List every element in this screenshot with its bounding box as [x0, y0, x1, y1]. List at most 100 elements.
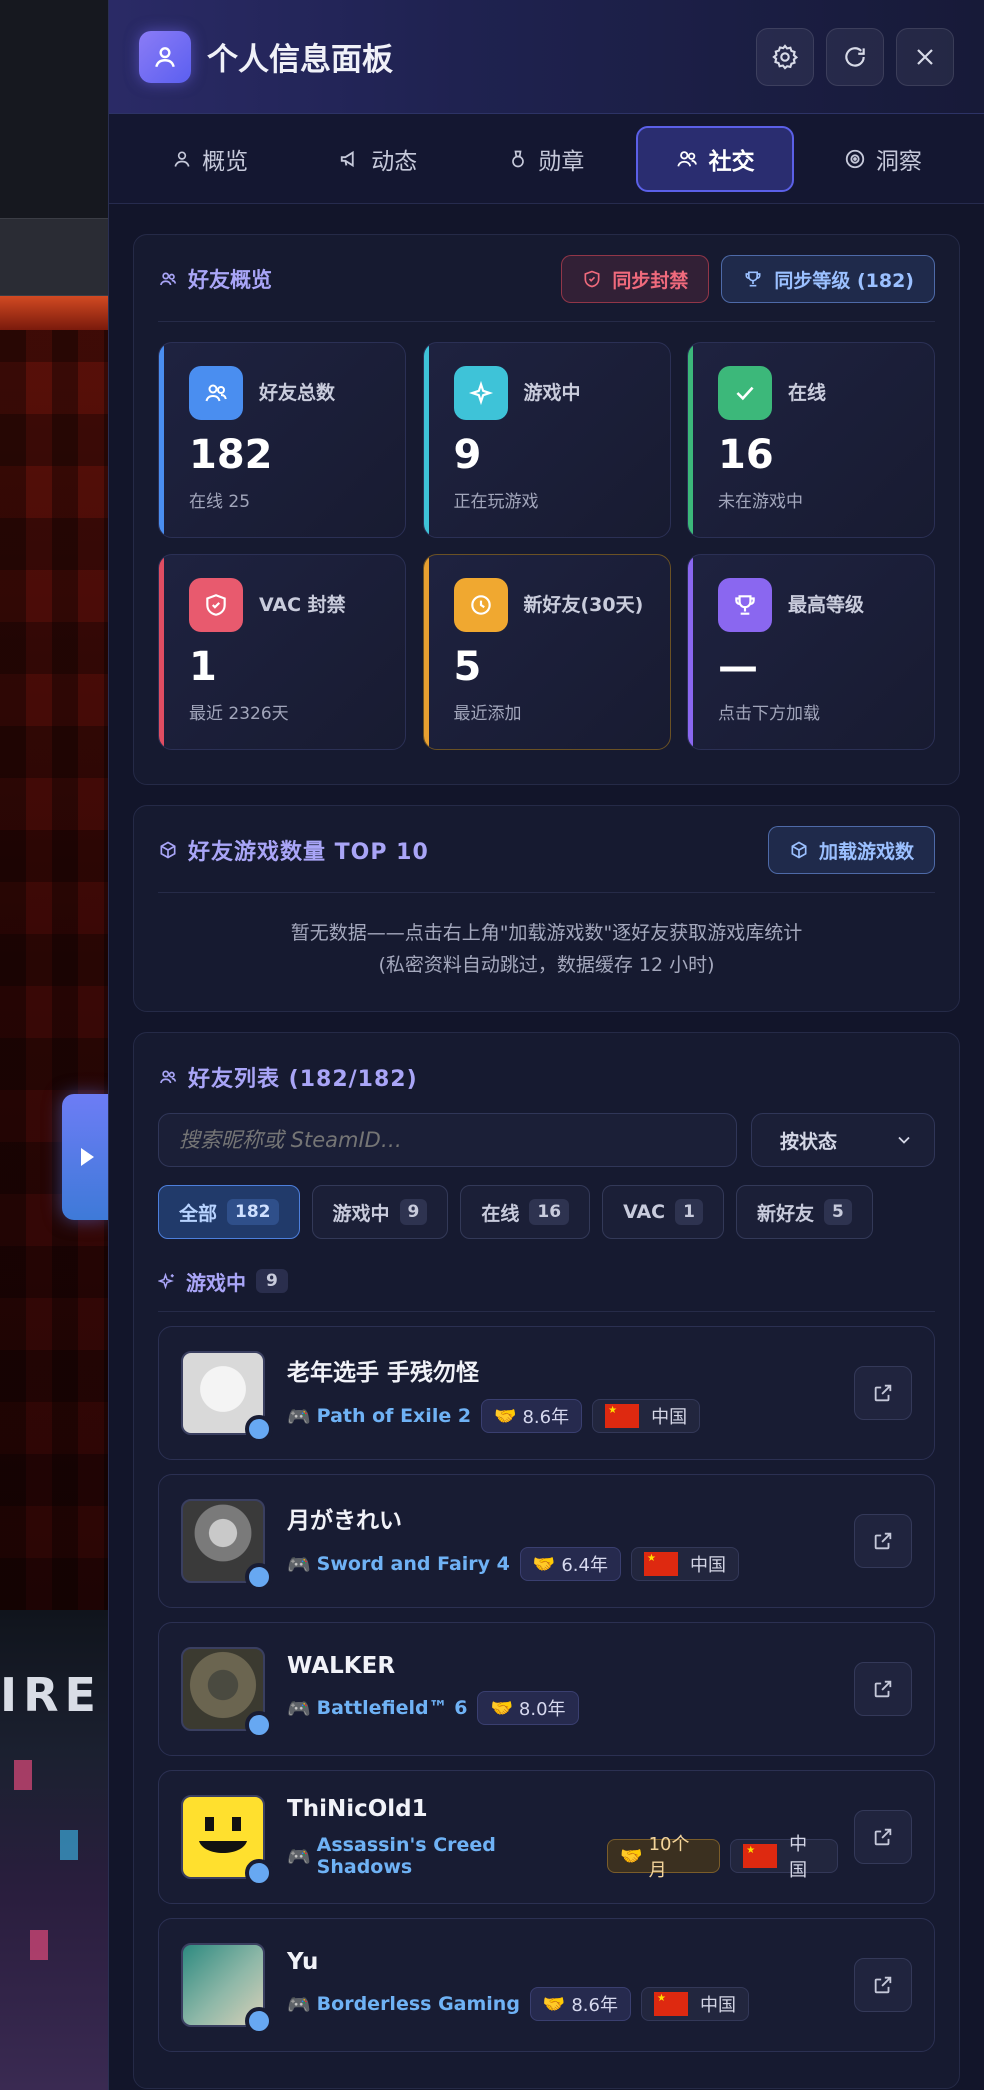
- country-badge: 中国: [630, 1547, 739, 1581]
- friend-game-link[interactable]: 🎮 Borderless Gaming: [287, 1993, 520, 2016]
- open-profile-button[interactable]: [854, 1958, 912, 2012]
- friend-row[interactable]: ThiNicOld1 🎮 Assassin's Creed Shadows 🤝 10…: [158, 1770, 935, 1904]
- filter-in-game[interactable]: 游戏中 9: [311, 1185, 449, 1239]
- play-icon: [80, 1148, 94, 1166]
- sidebar-expand-toggle[interactable]: [62, 1094, 108, 1220]
- filter-new-friends[interactable]: 新好友 5: [735, 1185, 873, 1239]
- top-games-card: 好友游戏数量 TOP 10 加载游戏数 暂无数据——点击右上角"加载游戏数"逐好…: [133, 805, 960, 1012]
- tab-overview[interactable]: 概览: [131, 126, 289, 192]
- avatar: [181, 1351, 273, 1443]
- background-sign-text: IRE: [0, 1668, 102, 1722]
- country-badge: 中国: [730, 1834, 839, 1881]
- target-icon: [845, 149, 865, 168]
- open-profile-button[interactable]: [854, 1514, 912, 1568]
- friendship-duration-badge: 🤝 6.4年: [519, 1547, 621, 1581]
- tab-insights[interactable]: 洞察: [804, 126, 962, 192]
- friend-row[interactable]: Yu 🎮Borderless Gaming 🤝8.6年 中国: [158, 1918, 935, 2052]
- shield-icon: [189, 578, 243, 632]
- sync-ban-button[interactable]: 同步封禁: [561, 255, 710, 303]
- trophy-icon: [745, 271, 761, 287]
- stat-in-game: 游戏中 9 正在玩游戏: [422, 342, 671, 538]
- online-status-dot: [245, 1859, 273, 1887]
- friend-list-card: 好友列表 (182/182) 按状态 全部182 游戏中9 在线16 VAC1 …: [133, 1032, 960, 2089]
- background-bar: [0, 218, 108, 296]
- gear-icon: [772, 43, 799, 70]
- friends-overview-card: 好友概览 同步封禁 同步等级 (182) 好友总数 182 在线 25 游戏中 …: [133, 234, 960, 785]
- users-icon: [160, 272, 177, 286]
- user-icon: [174, 151, 190, 167]
- friend-game-link[interactable]: 🎮 Assassin's Creed Shadows: [287, 1834, 597, 1878]
- refresh-icon: [845, 46, 865, 67]
- cube-icon: [160, 841, 176, 859]
- friend-game-link[interactable]: 🎮 Sword and Fairy 4: [287, 1553, 510, 1576]
- friend-name: WALKER: [287, 1653, 396, 1679]
- tab-badges[interactable]: 勋章: [467, 126, 625, 192]
- tab-activity[interactable]: 动态: [299, 126, 457, 192]
- medal-icon: [512, 150, 525, 167]
- handshake-icon: 🤝: [490, 1697, 513, 1719]
- clock-icon: [453, 578, 508, 632]
- friend-row[interactable]: 月がきれい 🎮Sword and Fairy 4 🤝6.4年 中国: [158, 1474, 935, 1608]
- handshake-icon: 🤝: [532, 1553, 556, 1575]
- filter-vac[interactable]: VAC 1: [602, 1185, 724, 1239]
- refresh-button[interactable]: [826, 27, 884, 86]
- external-link-icon: [874, 1976, 892, 1994]
- china-flag-icon: [643, 1552, 678, 1576]
- external-link-icon: [874, 1532, 892, 1550]
- sort-select[interactable]: 按状态: [751, 1113, 935, 1167]
- in-game-section-header: 游戏中 9: [158, 1261, 935, 1301]
- friend-row[interactable]: 老年选手 手残勿怪 🎮Path of Exile 2 🤝8.6年 中国: [158, 1326, 935, 1460]
- online-status-dot: [245, 1563, 273, 1591]
- external-link-icon: [874, 1384, 892, 1402]
- friend-list-title: 好友列表 (182/182): [188, 1067, 418, 1092]
- friend-row[interactable]: WALKER 🎮 Battlefield™ 6 🤝 8.0年: [158, 1622, 935, 1756]
- megaphone-icon: [341, 150, 354, 167]
- panel-title: 个人信息面板: [207, 42, 393, 78]
- load-game-count-button[interactable]: 加载游戏数: [767, 826, 935, 874]
- sync-level-button[interactable]: 同步等级 (182): [721, 255, 935, 303]
- tab-bar: 概览 动态 勋章 社交 洞察: [109, 114, 984, 204]
- stat-vac-bans: VAC 封禁 1 最近 2326天: [158, 554, 406, 750]
- china-flag-icon: [653, 1992, 688, 2016]
- gamepad-icon: 🎮: [287, 1993, 311, 2016]
- friend-name: Yu: [287, 1949, 319, 1975]
- users-icon: [677, 150, 697, 167]
- background-red-pattern: [0, 296, 108, 1610]
- open-profile-button[interactable]: [854, 1662, 912, 1716]
- friend-game-link[interactable]: 🎮 Path of Exile 2: [287, 1405, 471, 1428]
- avatar: [181, 1647, 273, 1739]
- friend-name: ThiNicOld1: [287, 1796, 428, 1822]
- gamepad-icon: 🎮: [287, 1553, 311, 1576]
- chevron-down-icon: [898, 1136, 910, 1144]
- avatar: [181, 1499, 273, 1591]
- friend-game-link[interactable]: 🎮 Battlefield™ 6: [287, 1697, 467, 1720]
- settings-button[interactable]: [756, 27, 814, 86]
- stat-highest-level: 最高等级 — 点击下方加载: [687, 554, 935, 750]
- filter-online[interactable]: 在线 16: [460, 1185, 591, 1239]
- external-link-icon: [874, 1828, 892, 1846]
- cube-icon: [791, 841, 807, 859]
- background-strip: IRE: [0, 0, 108, 2090]
- online-status-dot: [245, 1415, 273, 1443]
- filter-all[interactable]: 全部 182: [158, 1185, 300, 1239]
- external-link-icon: [874, 1680, 892, 1698]
- handshake-icon: 🤝: [620, 1845, 643, 1867]
- users-icon: [189, 366, 243, 420]
- top-games-empty-state: 暂无数据——点击右上角"加载游戏数"逐好友获取游戏库统计 (私密资料自动跳过，数…: [290, 922, 803, 976]
- top-games-title: 好友游戏数量 TOP 10: [188, 840, 429, 865]
- open-profile-button[interactable]: [854, 1366, 912, 1420]
- online-status-dot: [245, 2007, 273, 2035]
- open-profile-button[interactable]: [854, 1810, 912, 1864]
- stat-online: 在线 16 未在游戏中: [687, 342, 935, 538]
- sparkle-icon: [158, 1272, 174, 1290]
- tab-social[interactable]: 社交: [635, 125, 794, 192]
- close-button[interactable]: [896, 27, 954, 86]
- background-top: [0, 0, 108, 218]
- check-icon: [718, 366, 772, 420]
- handshake-icon: 🤝: [542, 1993, 566, 2015]
- handshake-icon: 🤝: [494, 1405, 517, 1427]
- sparkle-icon: [453, 366, 508, 420]
- gamepad-icon: 🎮: [287, 1405, 311, 1428]
- friend-search-input[interactable]: [158, 1113, 737, 1167]
- stat-total-friends: 好友总数 182 在线 25: [158, 342, 406, 538]
